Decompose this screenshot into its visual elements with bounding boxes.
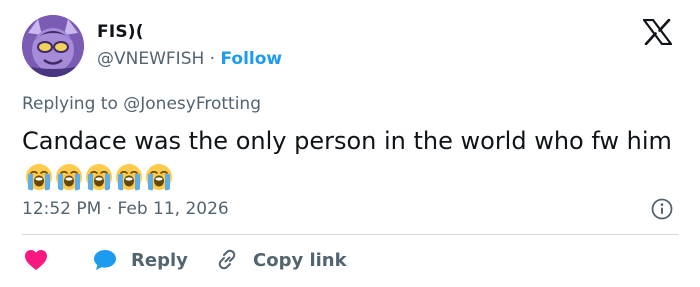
loudly-crying-face-emoji (86, 164, 112, 191)
follow-button[interactable]: Follow (220, 49, 282, 69)
loudly-crying-face-emoji (56, 164, 82, 191)
link-icon (218, 249, 236, 270)
avatar-image (22, 15, 84, 77)
reply-bubble-icon (94, 250, 116, 270)
tweet-timestamp[interactable]: 12:52 PM · Feb 11, 2026 (22, 199, 229, 219)
info-icon[interactable] (651, 198, 673, 220)
avatar[interactable] (22, 15, 84, 77)
emoji-group (25, 163, 175, 195)
loudly-crying-face-emoji (116, 164, 142, 191)
divider (22, 234, 679, 235)
copy-link-button[interactable]: Copy link (215, 249, 347, 271)
handle-separator: · (204, 49, 221, 69)
reply-label: Reply (131, 249, 188, 271)
author-handle[interactable]: @VNEWFISH (97, 49, 204, 69)
x-logo-icon[interactable] (643, 19, 672, 45)
loudly-crying-face-emoji (26, 164, 52, 191)
copy-link-label: Copy link (253, 249, 347, 271)
author-handle-line: @VNEWFISH · Follow (97, 49, 282, 69)
loudly-crying-face-emoji (146, 164, 172, 191)
reply-button[interactable]: Reply (93, 249, 188, 271)
tweet-text-block: Candace was the only person in the world… (22, 125, 682, 195)
heart-icon (25, 250, 47, 270)
replying-to-handle[interactable]: @JonesyFrotting (123, 94, 261, 114)
tweet-text: Candace was the only person in the world… (22, 127, 672, 155)
like-button[interactable] (24, 249, 48, 271)
replying-to-prefix: Replying to (22, 94, 124, 114)
replying-to: Replying to @JonesyFrotting (22, 94, 261, 114)
author-display-name[interactable]: FIS)( (97, 22, 144, 42)
